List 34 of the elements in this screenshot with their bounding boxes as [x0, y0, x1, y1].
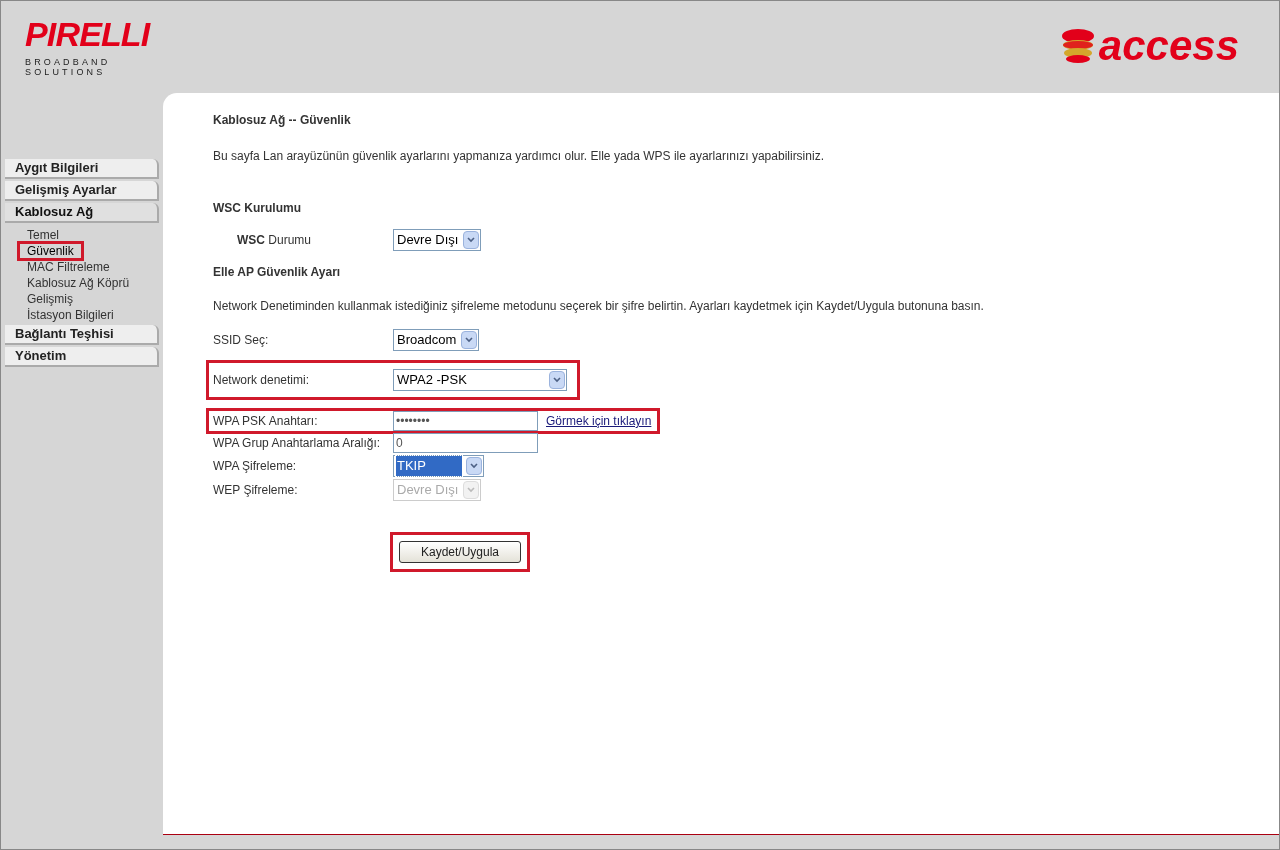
brand-logo: PIRELLI BROADBAND SOLUTIONS: [25, 17, 150, 77]
instruction-text: Network Denetiminden kullanmak istediğiniz şifreleme metodunu seçerek bir şifre belirtin. Ayarları kaydetmek için Kaydet/Uygula butonuna basın.: [213, 298, 985, 315]
submenu-link[interactable]: Güvenlik: [19, 243, 82, 259]
stacked-disc-icon: [1060, 28, 1095, 64]
option-select[interactable]: TKIP: [393, 455, 484, 477]
wsc-status-select[interactable]: Devre Dışı: [393, 229, 482, 251]
save-apply-button[interactable]: Kaydet/Uygula: [399, 541, 521, 563]
field-label: WSC Durumu: [236, 232, 312, 249]
password-field[interactable]: ••••••••: [393, 411, 538, 431]
input-field[interactable]: 0: [393, 433, 538, 453]
intro-text: Bu sayfa Lan arayüzünün güvenlik ayarlarını yapmanıza yardımcı olur. Elle yada WPS ile ayarlarınızı yapabilirsiniz.: [213, 148, 825, 165]
field-label: WEP Şifreleme:: [213, 482, 299, 499]
menu-item[interactable]: Gelişmiş Ayarlar: [5, 181, 159, 201]
menu-item[interactable]: Yönetim: [5, 347, 159, 367]
section-heading: WSC Kurulumu: [213, 200, 302, 217]
menu-item[interactable]: Aygıt Bilgileri: [5, 159, 159, 179]
partner-logo: access: [1098, 25, 1239, 67]
menu-item[interactable]: Bağlantı Teşhisi: [5, 325, 159, 345]
submenu-link[interactable]: MAC Filtreleme: [19, 259, 118, 275]
option-select[interactable]: WPA2 -PSK: [393, 369, 567, 391]
field-label: WPA Grup Anahtarlama Aralığı:: [213, 435, 382, 452]
show-password-link[interactable]: Görmek için tıklayın: [546, 412, 652, 430]
submenu-link[interactable]: Kablosuz Ağ Köprü: [19, 275, 138, 291]
page-title: Kablosuz Ağ -- Güvenlik: [213, 112, 352, 129]
field-label: WPA PSK Anahtarı:: [213, 413, 319, 430]
field-label: WPA Şifreleme:: [213, 458, 298, 475]
field-label: Network denetimi:: [213, 372, 311, 389]
submenu-link[interactable]: Gelişmiş: [19, 291, 81, 307]
ssid-select[interactable]: Broadcom: [393, 329, 480, 351]
submenu-link[interactable]: İstasyon Bilgileri: [19, 307, 122, 323]
field-label: SSID Seç:: [213, 332, 270, 349]
menu-item[interactable]: Kablosuz Ağ: [5, 203, 159, 223]
submenu-link[interactable]: Temel: [19, 227, 67, 243]
section-heading: Elle AP Güvenlik Ayarı: [213, 264, 342, 281]
